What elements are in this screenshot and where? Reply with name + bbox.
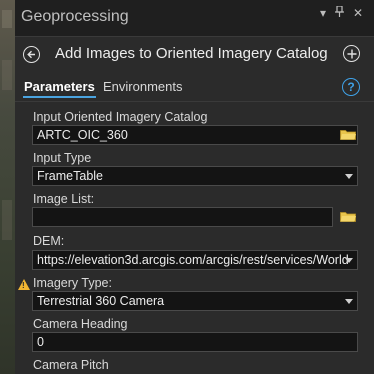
warning-icon: !: [18, 279, 30, 290]
pane-menu-icon[interactable]: ▾: [320, 6, 326, 20]
input-catalog-select[interactable]: ARTC_OIC_360: [32, 125, 358, 145]
camera-pitch-label: Camera Pitch: [33, 358, 109, 372]
tab-environments[interactable]: Environments: [103, 79, 182, 94]
chevron-down-icon: [345, 299, 353, 304]
back-arrow-icon: [27, 50, 35, 59]
chevron-down-icon: [345, 174, 353, 179]
pin-icon[interactable]: [335, 5, 344, 20]
input-type-select[interactable]: FrameTable: [32, 166, 358, 186]
tool-title: Add Images to Oriented Imagery Catalog: [55, 45, 328, 62]
camera-heading-label: Camera Heading: [33, 317, 128, 331]
close-icon[interactable]: ✕: [353, 6, 363, 20]
help-icon[interactable]: ?: [342, 78, 360, 96]
back-button[interactable]: [23, 46, 40, 63]
tool-header: Add Images to Oriented Imagery Catalog: [15, 38, 374, 72]
input-catalog-label: Input Oriented Imagery Catalog: [33, 110, 208, 124]
pane-titlebar: Geoprocessing ▾ ✕: [15, 0, 374, 37]
tab-bar: Parameters Environments ?: [15, 76, 374, 100]
imagery-type-select[interactable]: Terrestrial 360 Camera: [32, 291, 358, 311]
image-list-input[interactable]: [32, 207, 333, 227]
folder-icon[interactable]: [340, 129, 356, 140]
pane-title: Geoprocessing: [21, 8, 129, 25]
plus-icon: [347, 49, 356, 58]
folder-icon[interactable]: [340, 211, 356, 222]
input-catalog-value: ARTC_OIC_360: [37, 128, 128, 142]
tab-parameters[interactable]: Parameters: [23, 79, 96, 98]
chevron-down-icon: [345, 258, 353, 263]
dem-value: https://elevation3d.arcgis.com/arcgis/re…: [37, 253, 349, 267]
geoprocessing-pane: Geoprocessing ▾ ✕ Add Images to Oriented…: [15, 0, 374, 374]
tab-divider: [15, 101, 374, 102]
camera-heading-input[interactable]: 0: [32, 332, 358, 352]
dem-select[interactable]: https://elevation3d.arcgis.com/arcgis/re…: [32, 250, 358, 270]
input-type-value: FrameTable: [37, 169, 103, 183]
dem-label: DEM:: [33, 234, 65, 248]
map-background-strip: [0, 0, 15, 374]
camera-heading-value: 0: [37, 335, 44, 349]
input-type-label: Input Type: [33, 151, 92, 165]
image-list-label: Image List:: [33, 192, 95, 206]
imagery-type-label: Imagery Type:: [33, 276, 112, 290]
add-button[interactable]: [343, 45, 360, 62]
imagery-type-value: Terrestrial 360 Camera: [37, 294, 165, 308]
